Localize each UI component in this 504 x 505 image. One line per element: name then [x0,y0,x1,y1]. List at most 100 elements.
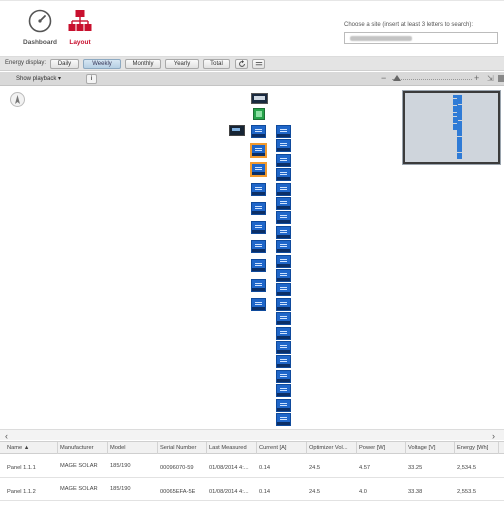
cell-power: 4.57 [359,465,371,471]
minimap[interactable] [402,90,501,165]
column-header-manufacturer[interactable]: Manufacturer [60,445,105,451]
inverter-icon[interactable] [251,93,268,104]
solar-panel[interactable] [276,297,291,311]
column-header-current[interactable]: Current [A] [259,445,305,451]
cell-power: 4.0 [359,489,367,495]
solar-panel[interactable] [250,143,267,159]
cell-voltage: 33.25 [408,465,423,471]
column-divider[interactable] [498,442,499,454]
column-header-serial-number[interactable]: Serial Number [160,445,205,451]
compass-icon [10,92,25,107]
solar-panel[interactable] [251,201,266,215]
show-playback-toggle[interactable]: Show playback ▾ [16,75,61,82]
solar-panel[interactable] [276,240,291,254]
cell-manufacturer: MAGE SOLAR [60,486,98,492]
solar-panel[interactable] [276,283,291,297]
cell-serial-number: 00065EFA-5E [160,489,196,495]
energy-display-toolbar: Energy display: Daily Weekly Monthly Yea… [0,57,504,71]
column-divider[interactable] [256,442,257,454]
cell-last-measured: 01/08/2014 4:... [209,465,249,471]
column-divider[interactable] [356,442,357,454]
solar-panel[interactable] [251,221,266,234]
column-header-last-measured[interactable]: Last Measured [209,445,256,451]
column-divider[interactable] [57,442,58,454]
table-row[interactable]: Panel 1.1.2 MAGE SOLAR 185/190 00065EFA-… [0,479,504,501]
column-divider[interactable] [206,442,207,454]
energy-display-label: Energy display: [5,60,47,66]
column-header-optimizer-voltage[interactable]: Optimizer Vol... [309,445,355,451]
zoom-slider[interactable] [392,79,472,80]
solar-panel[interactable] [276,369,291,383]
nav-dashboard[interactable]: Dashboard [18,9,62,46]
scroll-left-icon[interactable]: ‹ [5,431,8,441]
site-search-label: Choose a site (insert at least 3 letters… [344,22,474,28]
layout-tree-icon [68,10,92,31]
solar-panel[interactable] [251,125,266,138]
cell-serial-number: 00096070-59 [160,465,194,471]
meter-icon[interactable] [253,108,265,120]
minimap-panel-dot [457,155,462,159]
solar-panel[interactable] [276,139,291,153]
zoom-slider-handle[interactable] [393,75,401,81]
column-header-energy[interactable]: Energy [Wh] [457,445,497,451]
refresh-button[interactable] [235,59,248,69]
solar-panel[interactable] [251,278,266,292]
column-header-power[interactable]: Power [W] [359,445,404,451]
column-divider[interactable] [306,442,307,454]
solar-panel[interactable] [276,168,291,182]
column-divider[interactable] [454,442,455,454]
cell-last-measured: 01/08/2014 4:... [209,489,249,495]
solar-panel[interactable] [276,225,291,239]
column-divider[interactable] [157,442,158,454]
layout-canvas[interactable] [0,87,504,429]
solar-panel[interactable] [251,240,266,254]
column-header-model[interactable]: Model [110,445,156,451]
solar-panel[interactable] [251,297,266,311]
column-header-name[interactable]: Name ▲ [7,445,55,451]
cell-current: 0.14 [259,489,271,495]
solar-panel[interactable] [276,197,291,210]
solar-panel[interactable] [276,384,291,398]
cell-model: 185/190 [110,486,131,492]
horizontal-scrollbar[interactable]: ‹ › [0,429,504,441]
column-divider[interactable] [107,442,108,454]
site-search-input[interactable] [344,32,498,44]
solar-panel[interactable] [276,125,291,138]
period-weekly-button[interactable]: Weekly [83,59,121,69]
info-button[interactable]: i [86,74,97,84]
cell-name: Panel 1.1.1 [7,465,36,471]
gateway-icon[interactable] [229,125,245,136]
nav-layout[interactable]: Layout [58,9,102,46]
scroll-right-icon[interactable]: › [492,431,495,441]
solar-panel[interactable] [276,398,291,412]
more-options-icon[interactable] [498,75,504,82]
cell-manufacturer: MAGE SOLAR [60,463,98,469]
solar-panel[interactable] [276,326,291,340]
period-monthly-button[interactable]: Monthly [125,59,161,69]
solar-panel[interactable] [276,312,291,326]
period-total-button[interactable]: Total [203,59,230,69]
solar-panel[interactable] [276,269,291,282]
minimap-viewport[interactable] [403,91,500,164]
nav-layout-label: Layout [69,39,91,46]
period-daily-button[interactable]: Daily [50,59,79,69]
list-view-button[interactable] [252,59,265,69]
zoom-in-button[interactable]: + [474,73,479,83]
solar-panel[interactable] [276,355,291,369]
period-yearly-button[interactable]: Yearly [165,59,199,69]
solar-panel[interactable] [251,182,266,196]
solar-panel[interactable] [276,341,291,354]
nav-dashboard-label: Dashboard [23,39,57,46]
fit-to-screen-icon[interactable]: ⇲ [487,74,494,83]
solar-panel[interactable] [250,162,267,178]
column-divider[interactable] [405,442,406,454]
zoom-out-button[interactable]: − [381,73,386,83]
table-row[interactable]: Panel 1.1.1 MAGE SOLAR 185/190 00096070-… [0,456,504,478]
column-header-voltage[interactable]: Voltage [V] [408,445,453,451]
solar-panel[interactable] [276,211,291,225]
solar-panel[interactable] [276,182,291,196]
solar-panel[interactable] [251,259,266,273]
solar-panel[interactable] [276,413,291,426]
solar-panel[interactable] [276,254,291,268]
solar-panel[interactable] [276,153,291,167]
